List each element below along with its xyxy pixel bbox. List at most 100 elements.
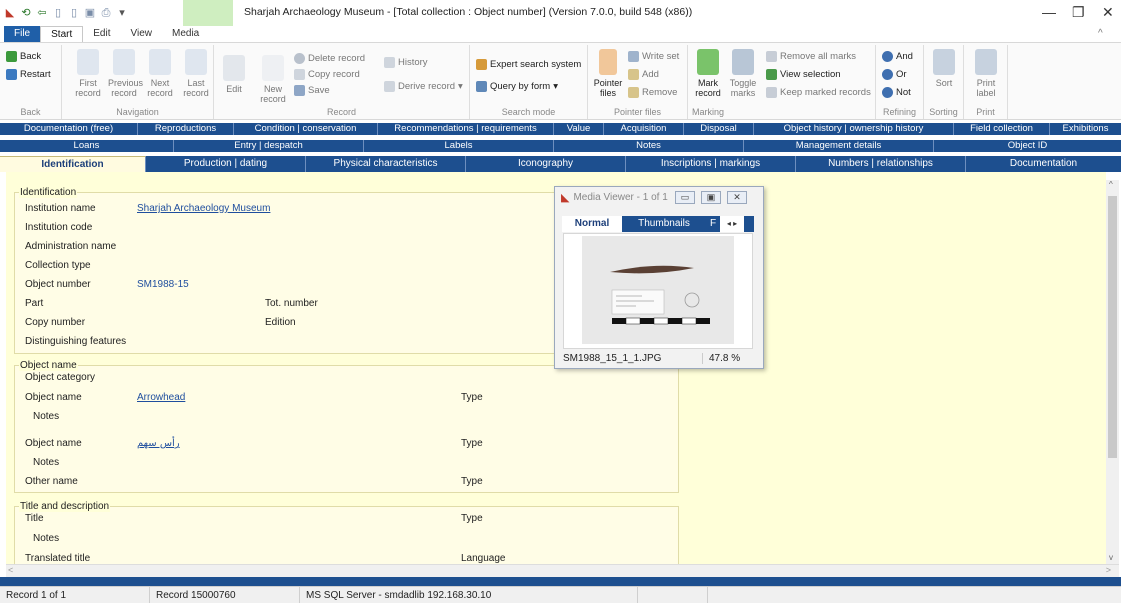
tab-iconography[interactable]: Iconography bbox=[466, 156, 626, 172]
scroll-up-icon[interactable]: ^ bbox=[1109, 180, 1113, 189]
tab-inscriptions-markings[interactable]: Inscriptions | markings bbox=[626, 156, 796, 172]
tab-documentation-free[interactable]: Documentation (free) bbox=[0, 123, 138, 135]
tab-identification[interactable]: Identification bbox=[0, 156, 146, 172]
view-selection-button[interactable]: View selection bbox=[766, 69, 841, 80]
sort-button[interactable]: Sort bbox=[928, 49, 960, 88]
remove-pointer-button[interactable]: Remove bbox=[628, 87, 677, 98]
last-record-button[interactable]: Last record bbox=[180, 49, 212, 98]
tab-acquisition[interactable]: Acquisition bbox=[604, 123, 684, 135]
object-number-value[interactable]: SM1988-15 bbox=[137, 279, 189, 290]
tab-start[interactable]: Start bbox=[40, 26, 84, 42]
first-record-button[interactable]: First record bbox=[72, 49, 104, 98]
ribbon-tabs: File Start Edit View Media bbox=[0, 26, 209, 42]
qat-dropdown-icon[interactable]: ▾ bbox=[116, 7, 128, 19]
vertical-scrollbar[interactable]: ^ v bbox=[1106, 180, 1119, 564]
write-set-button[interactable]: Write set bbox=[628, 51, 679, 62]
history-button[interactable]: History bbox=[384, 57, 428, 68]
remove-all-marks-button[interactable]: Remove all marks bbox=[766, 51, 856, 62]
tab-file[interactable]: File bbox=[4, 26, 41, 42]
toggle-marks-button[interactable]: Toggle marks bbox=[726, 49, 760, 98]
media-minimize-button[interactable]: ▭ bbox=[675, 191, 695, 204]
tab-documentation[interactable]: Documentation bbox=[966, 156, 1121, 172]
tab-numbers-relationships[interactable]: Numbers | relationships bbox=[796, 156, 966, 172]
media-zoom: 47.8 % bbox=[709, 352, 741, 364]
tab-disposal[interactable]: Disposal bbox=[684, 123, 754, 135]
tab-loans[interactable]: Loans bbox=[0, 140, 174, 152]
object-name-value-1[interactable]: Arrowhead bbox=[137, 392, 185, 403]
and-button[interactable]: And bbox=[882, 51, 913, 62]
edit-button[interactable]: Edit bbox=[220, 55, 248, 94]
new-record-icon bbox=[262, 55, 284, 81]
scroll-right-icon[interactable]: > bbox=[1106, 565, 1111, 575]
next-record-button[interactable]: Next record bbox=[144, 49, 176, 98]
derive-record-button[interactable]: Derive record ▾ bbox=[384, 81, 463, 92]
tab-labels[interactable]: Labels bbox=[364, 140, 554, 152]
tab-physical-characteristics[interactable]: Physical characteristics bbox=[306, 156, 466, 172]
copy-record-button[interactable]: Copy record bbox=[294, 69, 360, 80]
save-icon[interactable]: ▣ bbox=[84, 7, 96, 19]
mark-record-button[interactable]: Mark record bbox=[692, 49, 724, 98]
restore-button[interactable]: ❐ bbox=[1072, 4, 1085, 21]
tab-scroll-arrows[interactable]: ◂ ▸ bbox=[720, 216, 744, 232]
tab-view[interactable]: View bbox=[120, 26, 162, 42]
scroll-down-icon[interactable]: v bbox=[1109, 553, 1113, 562]
ribbon: Back Restart Back First record Previous … bbox=[0, 42, 1121, 120]
tab-notes[interactable]: Notes bbox=[554, 140, 744, 152]
tab-media[interactable]: Media bbox=[162, 26, 209, 42]
delete-record-button[interactable]: Delete record bbox=[294, 53, 365, 64]
minimize-button[interactable]: — bbox=[1042, 4, 1056, 20]
or-button[interactable]: Or bbox=[882, 69, 907, 80]
previous-record-button[interactable]: Previous record bbox=[108, 49, 143, 98]
add-icon bbox=[628, 69, 639, 80]
scroll-thumb[interactable] bbox=[1108, 196, 1117, 458]
tab-normal[interactable]: Normal bbox=[562, 216, 622, 232]
collapse-ribbon-button[interactable]: ^ bbox=[1098, 28, 1103, 39]
tab-object-history[interactable]: Object history | ownership history bbox=[754, 123, 954, 135]
media-viewer-footer: SM1988_15_1_1.JPG 47.8 % bbox=[563, 350, 753, 366]
media-viewer-window[interactable]: ◣ Media Viewer - 1 of 1 ▭ ▣ ✕ Normal Thu… bbox=[554, 186, 764, 369]
media-image[interactable] bbox=[563, 233, 753, 349]
tab-entry-despatch[interactable]: Entry | despatch bbox=[174, 140, 364, 152]
media-close-button[interactable]: ✕ bbox=[727, 191, 747, 204]
save-button[interactable]: Save bbox=[294, 85, 330, 96]
tab-reproductions[interactable]: Reproductions bbox=[138, 123, 234, 135]
document-icon[interactable]: ▯ bbox=[52, 7, 64, 19]
new-record-button[interactable]: New record bbox=[256, 55, 290, 104]
new-icon[interactable]: ▯ bbox=[68, 7, 80, 19]
tab-value[interactable]: Value bbox=[554, 123, 604, 135]
query-by-form-button[interactable]: Query by form ▾ bbox=[476, 81, 558, 92]
tab-management-details[interactable]: Management details bbox=[744, 140, 934, 152]
print-icon[interactable]: ⎙ bbox=[100, 7, 112, 19]
horizontal-scrollbar[interactable]: < > bbox=[6, 564, 1119, 577]
toggle-marks-icon bbox=[732, 49, 754, 75]
app-icon: ◣ bbox=[5, 7, 15, 19]
tab-object-id[interactable]: Object ID bbox=[934, 140, 1121, 152]
restart-icon[interactable]: ⟲ bbox=[20, 7, 32, 19]
expert-search-button[interactable]: Expert search system bbox=[476, 59, 581, 70]
not-button[interactable]: Not bbox=[882, 87, 911, 98]
keep-marked-button[interactable]: Keep marked records bbox=[766, 87, 871, 98]
add-pointer-button[interactable]: Add bbox=[628, 69, 659, 80]
tab-edit[interactable]: Edit bbox=[83, 26, 120, 42]
scroll-left-icon[interactable]: < bbox=[8, 565, 13, 575]
tab-partial[interactable]: F bbox=[706, 216, 720, 232]
pointer-files-button[interactable]: Pointer files bbox=[590, 49, 626, 98]
tab-thumbnails[interactable]: Thumbnails bbox=[622, 216, 706, 232]
institution-name-value[interactable]: Sharjah Archaeology Museum bbox=[137, 203, 270, 214]
print-label-button[interactable]: Print label bbox=[970, 49, 1002, 98]
app-icon: ◣ bbox=[561, 191, 570, 204]
back-arrow-icon[interactable]: ⇦ bbox=[36, 7, 48, 19]
back-button[interactable]: Back bbox=[6, 51, 41, 62]
tab-exhibitions[interactable]: Exhibitions bbox=[1050, 123, 1121, 135]
bottom-bar bbox=[0, 577, 1121, 586]
media-maximize-button[interactable]: ▣ bbox=[701, 191, 721, 204]
tab-row-1: Documentation (free) Reproductions Condi… bbox=[0, 123, 1121, 135]
tab-field-collection[interactable]: Field collection bbox=[954, 123, 1050, 135]
tab-production-dating[interactable]: Production | dating bbox=[146, 156, 306, 172]
object-name-value-2[interactable]: رأس سهم bbox=[137, 438, 180, 449]
tab-condition[interactable]: Condition | conservation bbox=[234, 123, 378, 135]
close-button[interactable]: ✕ bbox=[1102, 4, 1114, 21]
restart-button[interactable]: Restart bbox=[6, 69, 51, 80]
arrowhead-photo bbox=[582, 236, 734, 344]
tab-recommendations[interactable]: Recommendations | requirements bbox=[378, 123, 554, 135]
